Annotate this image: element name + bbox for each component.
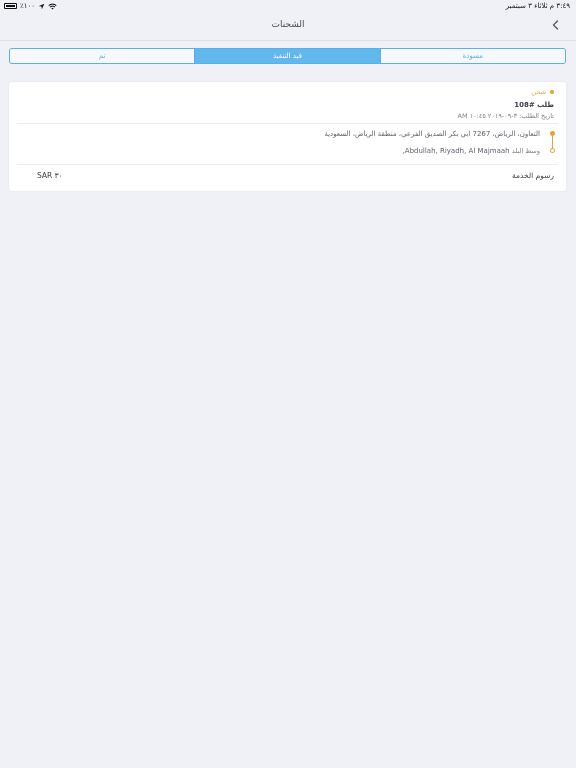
order-status-label: شحن <box>531 88 546 96</box>
status-dot-icon <box>550 90 554 94</box>
battery-icon <box>4 3 17 9</box>
wifi-icon <box>48 3 57 9</box>
status-segmented-control: مسودة قيد التنفيذ تم <box>9 48 566 64</box>
dropoff-address: وسط البلد Abdullah, Riyadh, Al Majmaah, <box>403 147 540 155</box>
pickup-address: التعاون، الرياض، 7267 ابي بكر الصديق الف… <box>324 130 540 138</box>
service-fee-label: رسوم الخدمة <box>512 171 554 180</box>
service-fee-value: SAR ٣٠ <box>37 171 63 180</box>
tab-in-progress[interactable]: قيد التنفيذ <box>195 49 381 63</box>
back-button[interactable] <box>548 18 562 32</box>
tab-draft[interactable]: مسودة <box>381 49 565 63</box>
dropoff-address-text: Abdullah, Riyadh, Al Majmaah, <box>402 147 510 155</box>
divider <box>17 164 558 165</box>
order-date: تاريخ الطلب: ٣-٠٩-٢٠١٩ ١٠:٤٥ AM <box>457 112 554 120</box>
status-bar-datetime: ٣:٤٩ م ثلاثاء ٣ سبتمبر <box>505 2 570 10</box>
order-number: طلب #108 <box>514 101 554 109</box>
order-route: التعاون، الرياض، 7267 ابي بكر الصديق الف… <box>21 126 555 164</box>
battery-percent: ٪١٠٠ <box>20 2 36 10</box>
status-bar: ٪١٠٠ ٣:٤٩ م ثلاثاء ٣ سبتمبر <box>0 0 576 12</box>
dropoff-label: وسط البلد <box>511 147 540 155</box>
order-card[interactable]: شحن طلب #108 تاريخ الطلب: ٣-٠٩-٢٠١٩ ١٠:٤… <box>9 82 566 191</box>
status-bar-left: ٪١٠٠ <box>4 2 57 10</box>
dropoff-point-icon <box>550 148 555 153</box>
page-title: الشحنات <box>271 20 305 30</box>
chevron-left-icon <box>552 20 558 30</box>
divider <box>17 123 558 124</box>
navigation-bar: الشحنات <box>0 12 576 41</box>
order-status: شحن <box>21 88 554 96</box>
location-arrow-icon <box>38 3 45 9</box>
tab-completed[interactable]: تم <box>10 49 196 63</box>
service-fee-row: رسوم الخدمة SAR ٣٠ <box>21 168 554 184</box>
route-line <box>552 135 553 148</box>
order-card-header: شحن طلب #108 تاريخ الطلب: ٣-٠٩-٢٠١٩ ١٠:٤… <box>21 88 554 124</box>
